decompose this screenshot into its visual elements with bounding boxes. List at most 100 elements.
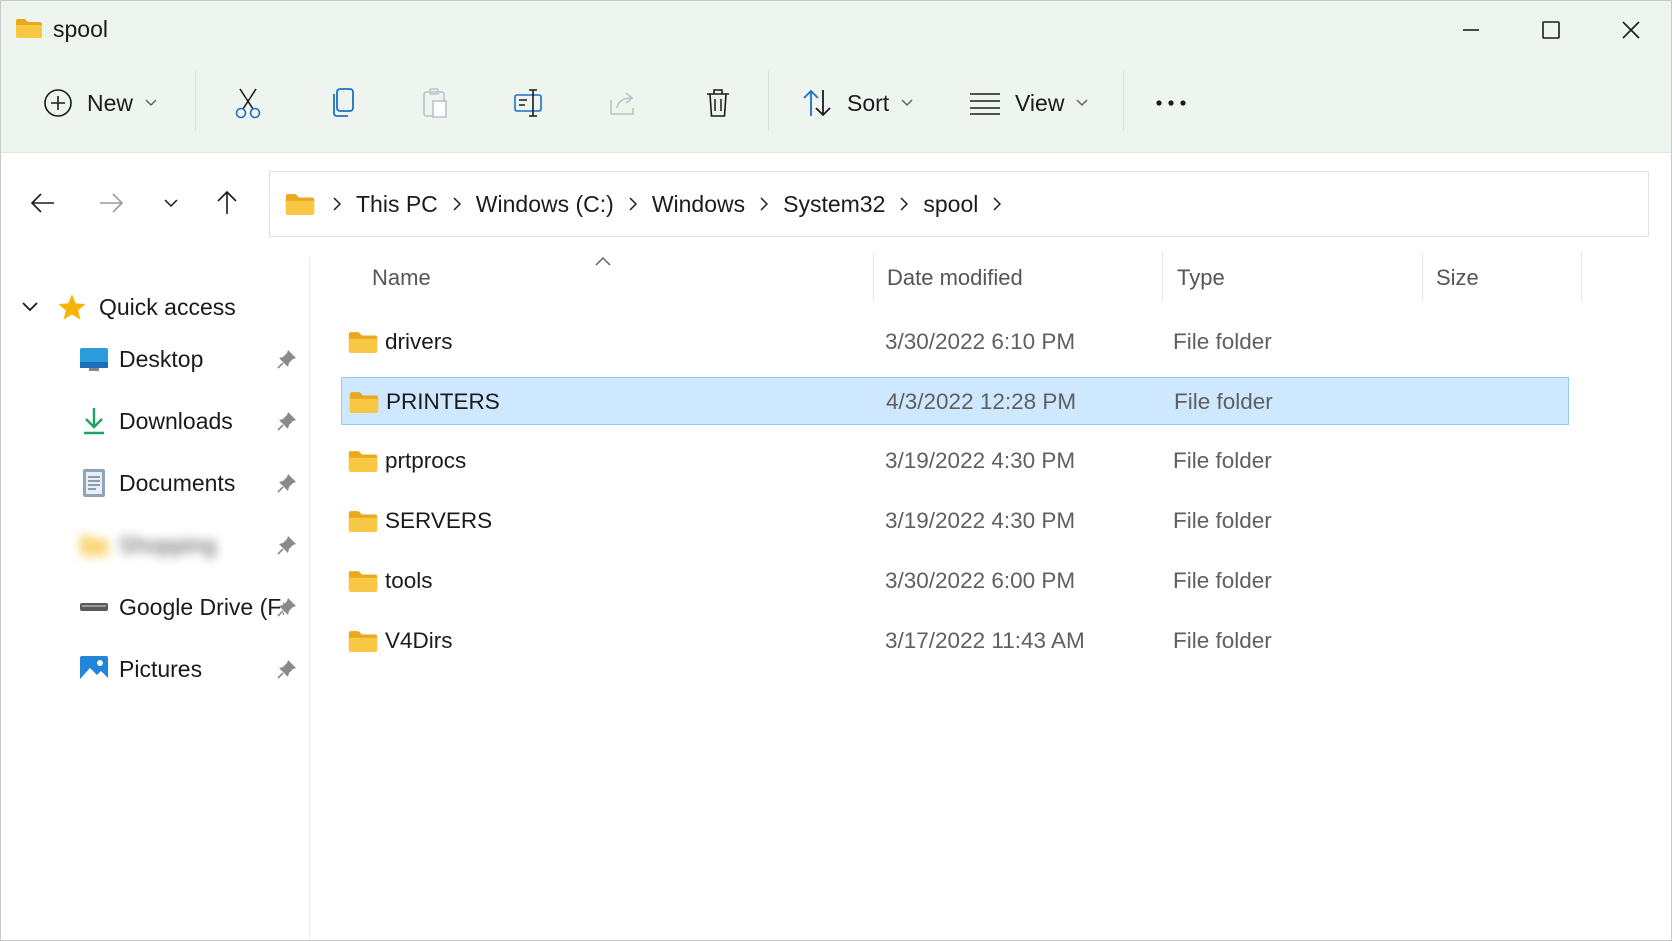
sidebar-item-documents[interactable]: Documents	[79, 461, 301, 505]
file-date: 3/30/2022 6:00 PM	[885, 568, 1076, 593]
title-bar: spool	[1, 1, 1671, 59]
up-button[interactable]	[205, 183, 249, 223]
file-row[interactable]: drivers 3/30/2022 6:10 PM File folder	[341, 318, 1569, 366]
toolbar-separator	[195, 71, 196, 131]
desktop-icon	[80, 348, 108, 371]
pin-icon[interactable]	[277, 411, 297, 431]
arrow-up-icon	[217, 190, 237, 214]
view-button[interactable]: View	[969, 71, 1088, 135]
explorer-window: spool New Sort View This PC Windows (C:)…	[0, 0, 1672, 941]
chevron-down-icon	[145, 99, 157, 107]
minimize-icon	[1463, 29, 1479, 31]
pin-icon[interactable]	[277, 659, 297, 679]
sidebar-item-downloads[interactable]: Downloads	[79, 399, 301, 443]
plus-circle-icon	[44, 89, 72, 117]
copy-button[interactable]	[329, 71, 357, 135]
cut-button[interactable]	[233, 71, 263, 135]
pin-icon[interactable]	[277, 535, 297, 555]
column-divider[interactable]	[1581, 253, 1582, 301]
file-date: 3/19/2022 4:30 PM	[885, 508, 1076, 533]
copy-icon	[333, 88, 354, 117]
toolbar-separator	[1123, 71, 1124, 131]
chevron-right-icon[interactable]	[618, 197, 648, 211]
folder-icon	[348, 378, 380, 426]
more-options-button[interactable]	[1155, 71, 1187, 135]
column-divider[interactable]	[873, 253, 874, 301]
sort-button[interactable]: Sort	[801, 71, 913, 135]
quick-access-header[interactable]: Quick access	[21, 287, 236, 327]
folder-icon	[347, 437, 379, 485]
chevron-right-icon[interactable]	[749, 197, 779, 211]
file-type: File folder	[1173, 568, 1272, 593]
chevron-down-icon	[1076, 99, 1088, 107]
file-date: 3/30/2022 6:10 PM	[885, 329, 1076, 354]
breadcrumb-item[interactable]: Windows	[648, 191, 749, 218]
column-header-type[interactable]: Type	[1177, 253, 1225, 303]
command-bar: New Sort View	[1, 71, 1671, 135]
chevron-down-icon	[901, 99, 913, 107]
recent-locations-button[interactable]	[149, 183, 193, 223]
rename-button[interactable]	[513, 71, 545, 135]
file-type: File folder	[1174, 389, 1273, 414]
pin-icon[interactable]	[277, 473, 297, 493]
file-row-selected[interactable]: PRINTERS 4/3/2022 12:28 PM File folder	[341, 377, 1569, 425]
file-row[interactable]: tools 3/30/2022 6:00 PM File folder	[341, 557, 1569, 605]
chevron-right-icon[interactable]	[889, 197, 919, 211]
breadcrumb-item[interactable]: System32	[779, 191, 889, 218]
navigation-pane: Quick access Desktop Downloads Documents…	[1, 257, 310, 940]
forward-button[interactable]	[89, 183, 133, 223]
pictures-icon	[80, 656, 108, 682]
column-divider[interactable]	[1422, 253, 1423, 301]
new-button[interactable]: New	[43, 71, 157, 135]
sidebar-item-google-drive[interactable]: Google Drive (F:	[79, 585, 301, 629]
breadcrumb-item[interactable]: Windows (C:)	[472, 191, 618, 218]
maximize-button[interactable]	[1521, 9, 1581, 51]
star-icon	[58, 294, 86, 320]
sidebar-item-blurred[interactable]: Shopping	[79, 523, 301, 567]
file-type: File folder	[1173, 329, 1272, 354]
quick-access-label: Quick access	[99, 293, 236, 320]
column-header-date[interactable]: Date modified	[887, 253, 1023, 303]
sidebar-item-label: Downloads	[119, 407, 233, 434]
file-row[interactable]: SERVERS 3/19/2022 4:30 PM File folder	[341, 497, 1569, 545]
minimize-button[interactable]	[1441, 9, 1501, 51]
breadcrumb-item[interactable]: This PC	[352, 191, 442, 218]
column-header-size[interactable]: Size	[1436, 253, 1479, 303]
file-name: SERVERS	[385, 508, 493, 533]
toolbar-separator	[768, 71, 769, 131]
column-divider[interactable]	[1162, 253, 1163, 301]
breadcrumb-item[interactable]: spool	[919, 191, 982, 218]
window-title: spool	[53, 16, 108, 42]
file-row[interactable]: V4Dirs 3/17/2022 11:43 AM File folder	[341, 617, 1569, 665]
sidebar-item-pictures[interactable]: Pictures	[79, 647, 301, 691]
view-label: View	[1015, 89, 1065, 116]
folder-icon	[16, 19, 42, 38]
chevron-right-icon[interactable]	[442, 197, 472, 211]
file-name: prtprocs	[385, 448, 467, 473]
share-button[interactable]	[607, 71, 639, 135]
sidebar-item-desktop[interactable]: Desktop	[79, 337, 301, 381]
download-icon	[84, 408, 104, 435]
folder-icon	[347, 497, 379, 545]
folder-icon	[347, 557, 379, 605]
column-header-name[interactable]: Name	[372, 253, 431, 303]
delete-button[interactable]	[704, 71, 732, 135]
pin-icon[interactable]	[277, 349, 297, 369]
chevron-right-icon[interactable]	[982, 197, 1012, 211]
pin-icon[interactable]	[277, 597, 297, 617]
sidebar-item-label: Shopping	[119, 531, 217, 558]
list-view-icon	[970, 93, 1000, 115]
close-button[interactable]	[1601, 9, 1661, 51]
documents-icon	[83, 469, 105, 497]
share-icon	[610, 92, 634, 115]
file-row[interactable]: prtprocs 3/19/2022 4:30 PM File folder	[341, 437, 1569, 485]
sort-label: Sort	[847, 89, 890, 116]
folder-icon	[347, 617, 379, 665]
new-label: New	[87, 89, 134, 116]
file-name: V4Dirs	[385, 628, 453, 653]
paste-button[interactable]	[421, 71, 449, 135]
chevron-right-icon	[322, 197, 352, 211]
close-icon	[1622, 21, 1640, 39]
back-button[interactable]	[21, 183, 65, 223]
address-bar[interactable]: This PC Windows (C:) Windows System32 sp…	[269, 171, 1649, 237]
